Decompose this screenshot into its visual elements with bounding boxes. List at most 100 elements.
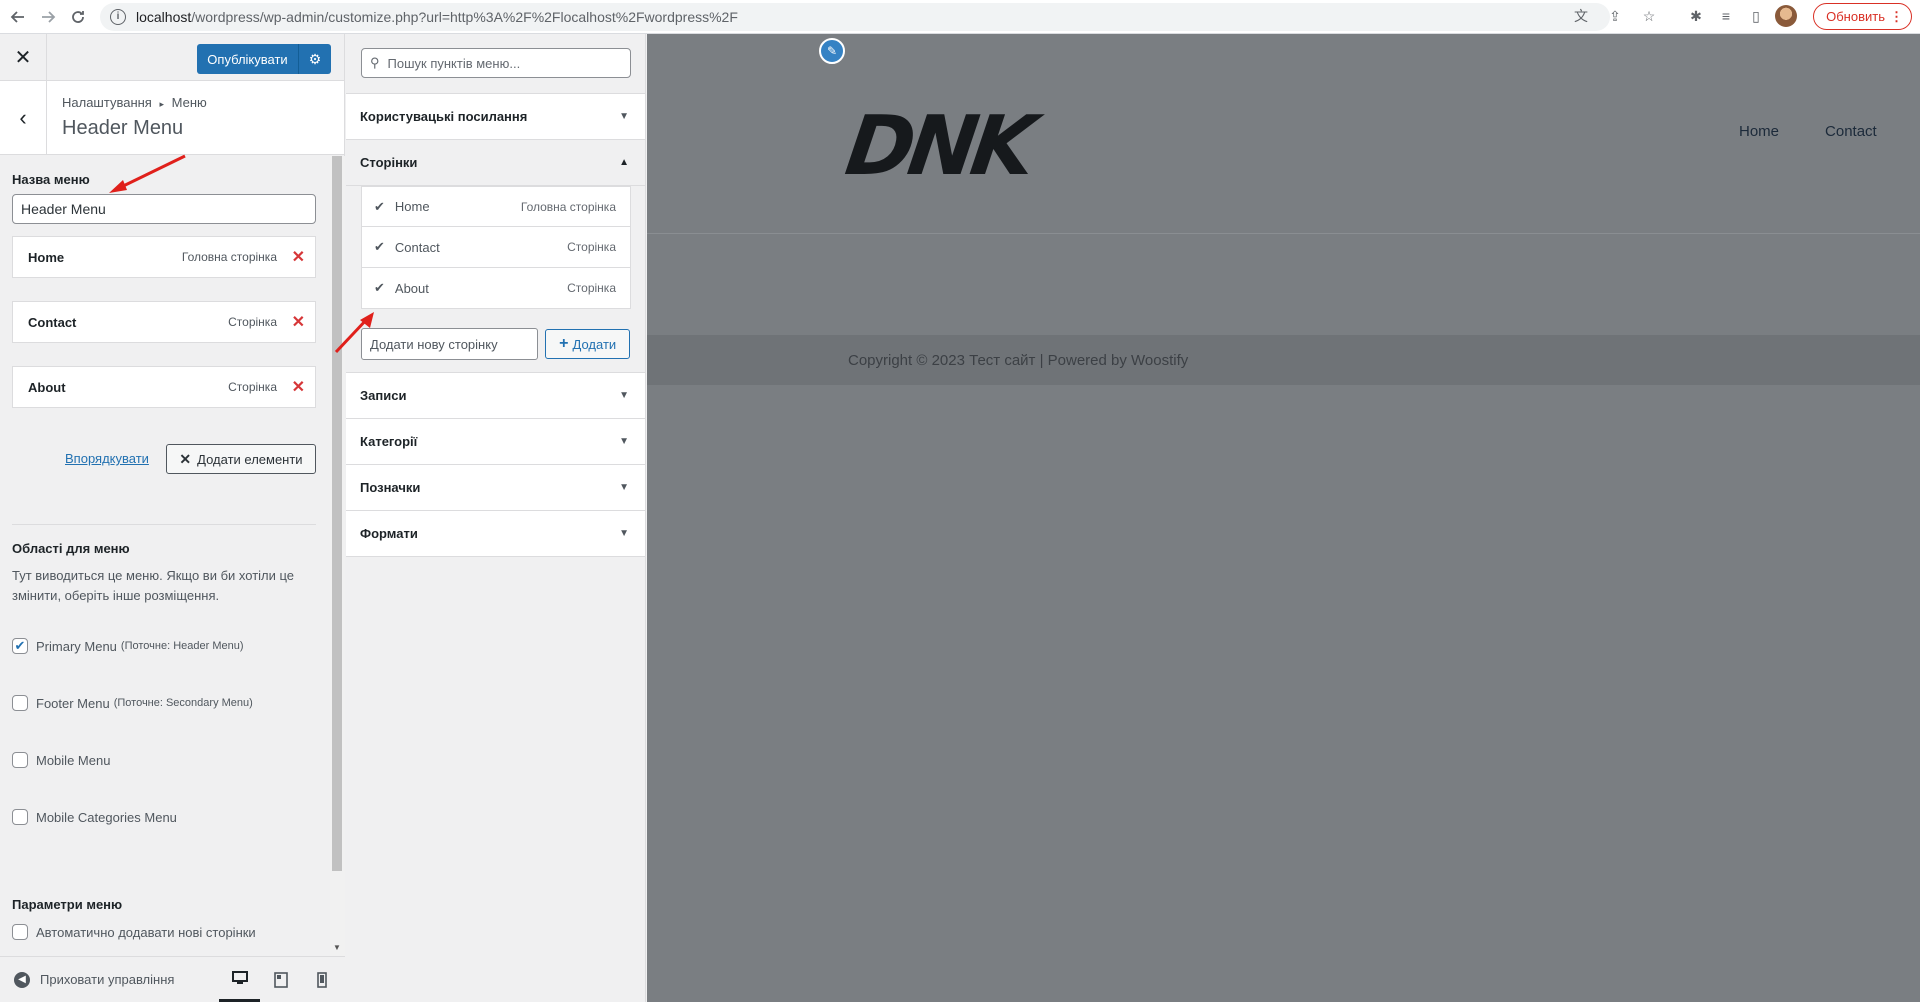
accordion-posts[interactable]: Записи ▼	[346, 373, 645, 419]
share-icon[interactable]: ⇪	[1604, 5, 1626, 27]
reload-icon[interactable]	[66, 5, 90, 29]
translate-icon[interactable]: 文	[1570, 5, 1592, 27]
pencil-icon[interactable]: ✎	[819, 38, 845, 64]
customizer-footer: ◀ Приховати управління	[0, 956, 345, 1002]
star-icon[interactable]: ☆	[1638, 5, 1660, 27]
check-icon: ✔	[374, 239, 385, 254]
search-icon: ⚲	[370, 55, 380, 70]
site-navigation: Home Contact	[1739, 123, 1877, 140]
breadcrumb-section: Меню	[171, 95, 207, 110]
location-current: (Поточне: Header Menu)	[120, 640, 244, 652]
address-bar[interactable]: i localhost/wordpress/wp-admin/customize…	[100, 2, 1610, 31]
tablet-icon[interactable]	[260, 957, 301, 1002]
checkbox[interactable]	[12, 924, 28, 940]
remove-icon[interactable]: ✕	[292, 247, 305, 267]
auto-add-pages[interactable]: Автоматично додавати нові сторінки	[12, 924, 318, 940]
location-mobile[interactable]: Mobile Menu	[12, 750, 318, 770]
close-icon: ✕	[179, 450, 192, 467]
add-menu-items-panel: ⚲ Пошук пунктів меню... Користувацькі по…	[346, 34, 646, 1002]
menu-item-type: Сторінка	[228, 380, 277, 394]
accordion-label: Позначки	[360, 480, 421, 495]
add-items-button[interactable]: ✕ Додати елементи	[166, 444, 316, 474]
page-item-about[interactable]: ✔ About Сторінка	[361, 268, 631, 309]
accordion-custom-links[interactable]: Користувацькі посилання ▼	[346, 94, 645, 140]
site-nav-contact[interactable]: Contact	[1825, 123, 1877, 140]
accordion-label: Записи	[360, 388, 407, 403]
caret-down-icon: ▼	[619, 390, 629, 401]
page-items: ✔ Home Головна сторінка ✔ Contact Сторін…	[361, 186, 631, 309]
gear-icon[interactable]: ⚙	[299, 44, 331, 74]
add-page-button[interactable]: + Додати	[545, 329, 630, 359]
menu-item-home[interactable]: Home Головна сторінка ✕	[12, 236, 316, 278]
hide-controls-button[interactable]: ◀ Приховати управління	[14, 971, 174, 988]
page-item-title: About	[394, 280, 429, 296]
browser-actions: ✱ ≡ ▯	[1685, 5, 1797, 27]
scrollbar-thumb[interactable]	[332, 156, 342, 871]
locations-title: Області для меню	[12, 541, 130, 556]
page-item-home[interactable]: ✔ Home Головна сторінка	[361, 186, 631, 227]
new-page-input[interactable]: Додати нову сторінку	[361, 328, 539, 360]
forward-arrow-icon[interactable]	[36, 5, 60, 29]
menu-name-field[interactable]: Header Menu	[12, 194, 316, 224]
page-item-contact[interactable]: ✔ Contact Сторінка	[361, 227, 631, 268]
menu-item-title: Home	[28, 249, 65, 265]
reorder-link[interactable]: Впорядкувати	[65, 451, 149, 466]
location-footer[interactable]: Footer Menu (Поточне: Secondary Menu)	[12, 693, 318, 713]
section-header: ‹ Налаштування ▸ Меню Header Menu	[0, 81, 344, 155]
breadcrumb: Налаштування ▸ Меню	[62, 95, 207, 110]
accordion-label: Користувацькі посилання	[360, 109, 528, 124]
checkbox[interactable]	[12, 809, 28, 825]
update-browser-button[interactable]: Обновить ⋮	[1813, 3, 1912, 30]
accordion-tags[interactable]: Позначки ▼	[346, 465, 645, 511]
plus-icon: +	[559, 335, 569, 352]
caret-up-icon: ▲	[619, 157, 629, 168]
accordion-categories[interactable]: Категорії ▼	[346, 419, 645, 465]
location-mobile-categories[interactable]: Mobile Categories Menu	[12, 807, 318, 827]
checkbox[interactable]	[12, 695, 28, 711]
site-info-icon[interactable]: i	[110, 8, 126, 25]
menu-item-type: Головна сторінка	[181, 250, 277, 264]
address-actions: 文 ⇪ ☆	[1570, 5, 1660, 27]
publish-label[interactable]: Опублікувати	[197, 44, 299, 74]
site-logo[interactable]: DNK	[840, 99, 1036, 194]
page-item-type: Сторінка	[567, 240, 616, 254]
side-panel-icon[interactable]: ▯	[1745, 5, 1767, 27]
remove-icon[interactable]: ✕	[292, 312, 305, 332]
url-path: /wordpress/wp-admin/customize.php?url=ht…	[191, 8, 738, 25]
accordion-formats[interactable]: Формати ▼	[346, 511, 645, 557]
mobile-icon[interactable]	[301, 957, 342, 1002]
menu-item-contact[interactable]: Contact Сторінка ✕	[12, 301, 316, 343]
checkbox[interactable]	[12, 752, 28, 768]
remove-icon[interactable]: ✕	[292, 377, 305, 397]
back-chevron-icon[interactable]: ‹	[0, 81, 47, 155]
site-nav-home[interactable]: Home	[1739, 123, 1779, 140]
copyright-text: Copyright © 2023 Тест сайт | Powered by …	[848, 351, 1189, 369]
page-item-type: Головна сторінка	[520, 199, 616, 214]
accordion-label: Формати	[360, 526, 418, 541]
update-label: Обновить	[1826, 9, 1885, 24]
caret-down-icon: ▼	[619, 482, 629, 493]
publish-button[interactable]: Опублікувати ⚙	[197, 44, 331, 74]
site-footer: Copyright © 2023 Тест сайт | Powered by …	[647, 335, 1920, 385]
more-vert-icon[interactable]: ⋮	[1890, 9, 1903, 25]
desktop-icon[interactable]	[219, 957, 260, 1002]
checkbox-checked[interactable]: ✔	[12, 638, 28, 654]
scroll-down-icon[interactable]: ▼	[333, 943, 341, 952]
check-icon: ✔	[374, 280, 385, 295]
search-input[interactable]: ⚲ Пошук пунктів меню...	[361, 48, 631, 78]
menu-item-type: Сторінка	[228, 315, 277, 329]
avatar[interactable]	[1775, 5, 1797, 27]
accordion-pages[interactable]: Сторінки ▲	[346, 140, 645, 186]
location-primary[interactable]: ✔ Primary Menu (Поточне: Header Menu)	[12, 636, 318, 656]
collapse-icon: ◀	[14, 971, 30, 988]
reading-list-icon[interactable]: ≡	[1715, 5, 1737, 27]
location-label: Primary Menu	[36, 638, 117, 654]
menu-name-label: Назва меню	[12, 172, 90, 187]
menu-item-about[interactable]: About Сторінка ✕	[12, 366, 316, 408]
back-arrow-icon[interactable]	[6, 5, 30, 29]
accordion-label: Сторінки	[360, 155, 418, 170]
add-items-label: Додати елементи	[197, 451, 303, 467]
scrollbar[interactable]: ▼	[330, 156, 345, 956]
close-icon[interactable]: ✕	[0, 34, 47, 81]
puzzle-icon[interactable]: ✱	[1685, 5, 1707, 27]
